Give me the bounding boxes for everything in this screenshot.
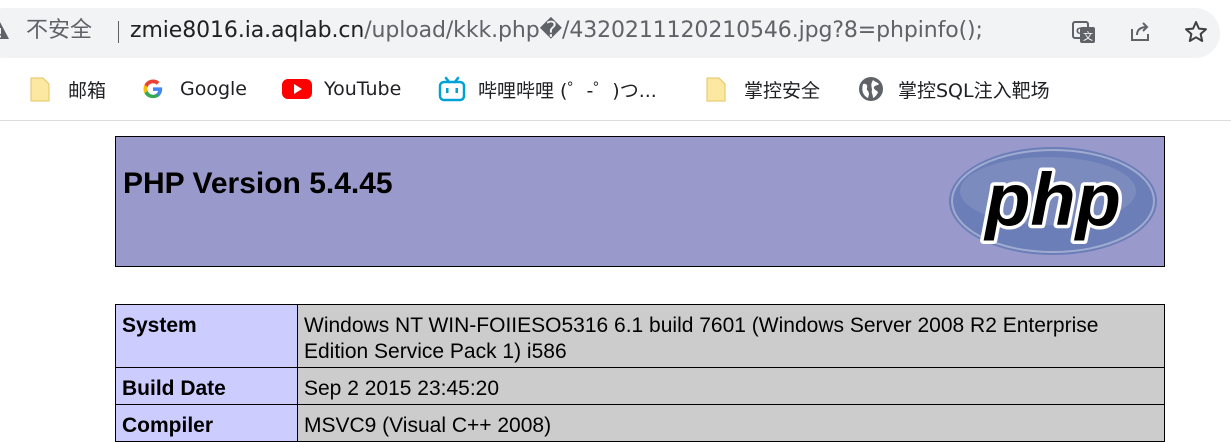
folder-icon: [706, 77, 726, 102]
bookmark-star-icon[interactable]: [1184, 20, 1208, 44]
table-row: Build Date Sep 2 2015 23:45:20: [115, 367, 1165, 405]
page-title: PHP Version 5.4.45: [123, 167, 393, 200]
google-icon: [143, 79, 163, 99]
warning-triangle-icon[interactable]: [0, 21, 10, 41]
row-value: Windows NT WIN-FOIIESO5316 6.1 build 760…: [297, 304, 1165, 368]
url-host: zmie8016.ia.aqlab.cn: [130, 18, 365, 43]
bookmark-youtube[interactable]: YouTube: [282, 74, 401, 104]
bookmark-bilibili[interactable]: 哔哩哔哩 (゜-゜)つ...: [438, 74, 657, 104]
row-key: Build Date: [115, 367, 298, 405]
url-text[interactable]: zmie8016.ia.aqlab.cn/upload/kkk.php�/432…: [130, 15, 983, 47]
bilibili-icon: [438, 76, 466, 102]
youtube-icon: [282, 79, 312, 99]
translate-icon[interactable]: G 文: [1072, 20, 1096, 44]
bookmarks-bar: 邮箱 Google YouTube 哔哩哔哩 (゜-゜)つ... 掌控安全 掌控…: [0, 66, 1231, 112]
svg-text:文: 文: [1083, 30, 1093, 43]
bookmark-label: 邮箱: [68, 79, 107, 102]
share-icon[interactable]: [1128, 20, 1152, 44]
table-row: Compiler MSVC9 (Visual C++ 2008): [115, 404, 1165, 442]
php-logo-icon[interactable]: php php: [948, 145, 1158, 257]
row-value: MSVC9 (Visual C++ 2008): [297, 404, 1165, 442]
bookmark-label: 掌控安全: [744, 79, 821, 102]
row-value: Sep 2 2015 23:45:20: [297, 367, 1165, 405]
toolbar-divider: [0, 120, 1231, 121]
bookmark-mailbox[interactable]: 邮箱: [30, 74, 106, 104]
row-key: Compiler: [115, 404, 298, 442]
bookmark-label: YouTube: [324, 78, 402, 100]
bookmark-sql-range[interactable]: 掌控SQL注入靶场: [858, 74, 1050, 104]
folder-icon: [30, 77, 50, 102]
bookmark-zhangkong[interactable]: 掌控安全: [706, 74, 820, 104]
php-logo-text-fill: php: [983, 158, 1121, 241]
bookmark-label: 哔哩哔哩 (゜-゜)つ...: [478, 79, 657, 102]
globe-icon: [859, 77, 883, 101]
bookmark-label: 掌控SQL注入靶场: [898, 79, 1050, 102]
security-label[interactable]: 不安全: [26, 15, 92, 47]
bookmark-google[interactable]: Google: [142, 74, 247, 104]
url-separator: [118, 21, 119, 43]
address-bar: 不安全 zmie8016.ia.aqlab.cn/upload/kkk.php�…: [0, 0, 1231, 62]
table-row: System Windows NT WIN-FOIIESO5316 6.1 bu…: [115, 304, 1165, 368]
bookmark-label: Google: [180, 78, 248, 100]
phpinfo-table: System Windows NT WIN-FOIIESO5316 6.1 bu…: [115, 304, 1165, 442]
phpinfo-header: PHP Version 5.4.45 php php: [115, 136, 1165, 267]
url-path: /upload/kkk.php�/4320211120210546.jpg?8=…: [364, 18, 983, 43]
row-key: System: [115, 304, 298, 368]
